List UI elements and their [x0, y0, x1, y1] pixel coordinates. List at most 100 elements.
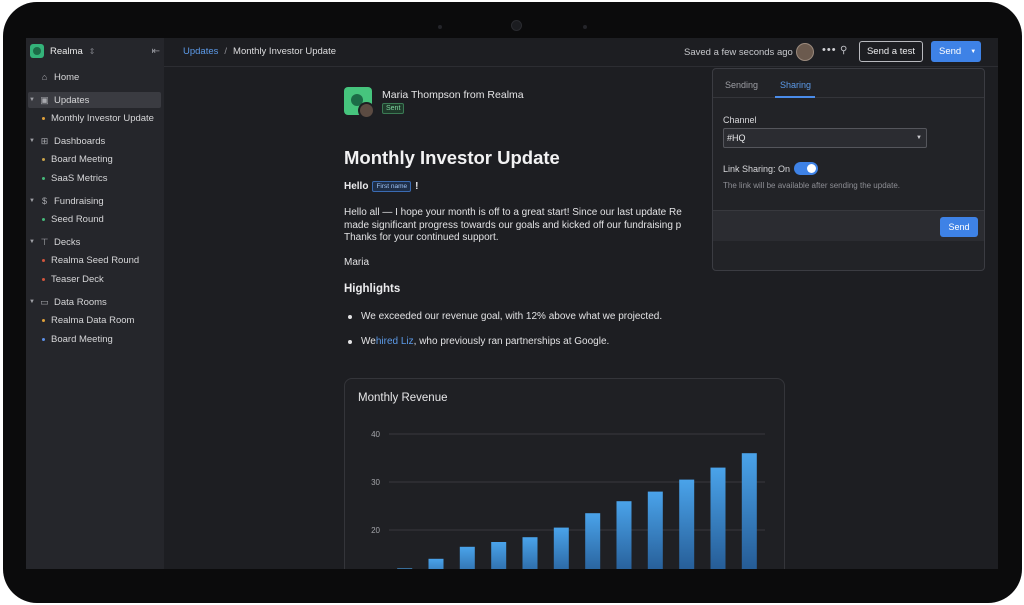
bar-10[interactable] [679, 479, 695, 569]
status-dot [42, 337, 45, 341]
save-status: Saved a few seconds ago [684, 47, 793, 58]
list-item[interactable]: We exceeded our revenue goal, with 12% a… [344, 311, 662, 322]
breadcrumb-updates-link[interactable]: Updates [183, 46, 218, 57]
list-item-text-post: , who previously ran partnerships at Goo… [413, 336, 610, 347]
collapse-sidebar-icon[interactable]: ⇤ [152, 46, 160, 57]
breadcrumb: Updates / Monthly Investor Update [183, 46, 336, 57]
sidebar-item-label: Dashboards [54, 135, 106, 147]
send-button[interactable]: Send ▼ [931, 41, 981, 62]
sidebar-item-dashboards[interactable]: ▼ ⊞ Dashboards [28, 133, 161, 149]
status-dot [42, 176, 45, 180]
bar-5[interactable] [522, 537, 538, 569]
presentation-icon: ⊤ [40, 236, 49, 247]
status-dot [42, 258, 45, 262]
app-screen: Realma ⇕ ⇤ ⌂ Home ▼ ▣ Updates Monthly In… [26, 38, 998, 569]
list-item[interactable]: We hired Liz, who previously ran partner… [344, 336, 609, 347]
hired-liz-link[interactable]: hired Liz [376, 336, 414, 347]
camera [511, 20, 522, 31]
avatar[interactable] [796, 43, 814, 61]
sidebar-item-board-meeting-room[interactable]: Board Meeting [42, 331, 162, 347]
greeting-text: Hello [344, 181, 369, 192]
highlights-heading[interactable]: Highlights [344, 283, 400, 295]
tab-sending[interactable]: Sending [725, 80, 758, 90]
caret-down-icon[interactable]: ▼ [28, 97, 36, 103]
bar-6[interactable] [553, 527, 569, 569]
sidebar-item-label: Realma Data Room [51, 314, 135, 326]
greeting-end: ! [415, 181, 419, 192]
caret-down-icon[interactable]: ▼ [28, 198, 36, 204]
chevron-down-icon[interactable]: ▼ [970, 49, 976, 55]
bar-11[interactable] [710, 467, 726, 569]
dashboard-icon: ⊞ [40, 135, 49, 146]
sidebar-item-data-rooms[interactable]: ▼ ▭ Data Rooms [28, 294, 161, 310]
revenue-chart: Monthly Revenue 20 30 40 [344, 378, 785, 569]
greeting-line[interactable]: Hello First name ! [344, 181, 419, 192]
sidebar-item-seed-round[interactable]: Seed Round [42, 211, 162, 227]
workspace-logo [30, 44, 44, 58]
sidebar-item-label: Updates [54, 94, 90, 106]
popover-tabs: Sending Sharing [713, 69, 984, 98]
status-dot [42, 318, 45, 322]
bullet-icon [348, 314, 352, 319]
sidebar-item-saas-metrics[interactable]: SaaS Metrics [42, 170, 162, 186]
channel-select[interactable]: #HQ ▼ [723, 128, 927, 148]
status-badge: Sent [382, 103, 405, 114]
bar-2[interactable] [428, 558, 444, 569]
chevron-updown-icon: ⇕ [88, 46, 96, 56]
sidebar-item-label: Home [54, 71, 80, 83]
bar-1[interactable] [397, 568, 413, 569]
y-tick-label: 40 [371, 430, 380, 439]
send-test-button[interactable]: Send a test [859, 41, 923, 62]
breadcrumb-separator: / [224, 46, 228, 57]
channel-value: #HQ [727, 133, 746, 143]
sender-avatar [358, 102, 375, 119]
bar-4[interactable] [491, 542, 507, 569]
sidebar-item-label: Teaser Deck [51, 273, 104, 285]
sidebar-item-board-meeting[interactable]: Board Meeting [42, 151, 162, 167]
pin-icon[interactable]: ⚲ [840, 45, 847, 56]
sidebar: Realma ⇕ ⇤ ⌂ Home ▼ ▣ Updates Monthly In… [26, 38, 164, 569]
status-dot [42, 217, 45, 221]
folder-icon: ▭ [40, 296, 49, 307]
caret-down-icon[interactable]: ▼ [28, 239, 36, 245]
sidebar-item-realma-data-room[interactable]: Realma Data Room [42, 312, 162, 328]
top-bar: Updates / Monthly Investor Update Saved a … [164, 38, 998, 67]
sensor-dot [438, 25, 442, 29]
workspace-switcher[interactable]: Realma ⇕ ⇤ [30, 44, 160, 58]
dollar-icon: $ [41, 196, 47, 206]
popover-send-button[interactable]: Send [940, 217, 978, 237]
page-title[interactable]: Monthly Investor Update [344, 147, 560, 169]
sidebar-item-realma-seed-round[interactable]: Realma Seed Round [42, 252, 162, 268]
send-options-popover: Sending Sharing Channel #HQ ▼ Link Shari… [712, 68, 985, 271]
chevron-down-icon: ▼ [916, 135, 922, 141]
status-dot [42, 157, 45, 161]
tab-sharing[interactable]: Sharing [780, 80, 811, 90]
sidebar-item-fundraising[interactable]: ▼ $ Fundraising [28, 193, 161, 209]
sidebar-item-teaser-deck[interactable]: Teaser Deck [42, 271, 162, 287]
body-line: Thanks for your continued support. [344, 232, 499, 243]
sidebar-item-home[interactable]: ⌂ Home [28, 69, 161, 85]
list-item-text: We exceeded our revenue goal, with 12% a… [361, 311, 663, 322]
list-item-text-pre: We [361, 336, 376, 347]
y-tick-label: 30 [371, 478, 380, 487]
more-options-icon[interactable]: ••• [822, 44, 837, 56]
sidebar-item-monthly-investor-update[interactable]: Monthly Investor Update [42, 110, 162, 126]
bar-3[interactable] [459, 546, 475, 569]
send-button-label: Send [939, 46, 962, 57]
bar-9[interactable] [647, 491, 663, 569]
sidebar-item-updates[interactable]: ▼ ▣ Updates [28, 92, 161, 108]
link-sharing-toggle[interactable] [794, 162, 819, 175]
link-sharing-label: Link Sharing: On [723, 163, 791, 174]
body-paragraph[interactable]: Hello all — I hope your month is off to … [344, 207, 722, 246]
workspace-name: Realma [50, 45, 83, 57]
caret-down-icon[interactable]: ▼ [28, 299, 36, 305]
caret-down-icon[interactable]: ▼ [28, 138, 36, 144]
sidebar-item-label: Seed Round [51, 213, 104, 225]
bar-7[interactable] [585, 513, 601, 569]
signature[interactable]: Maria [344, 257, 369, 268]
bar-8[interactable] [616, 501, 632, 569]
first-name-token[interactable]: First name [372, 181, 412, 192]
bar-12[interactable] [741, 453, 757, 569]
sidebar-item-label: Data Rooms [54, 296, 107, 308]
sidebar-item-decks[interactable]: ▼ ⊤ Decks [28, 234, 161, 250]
